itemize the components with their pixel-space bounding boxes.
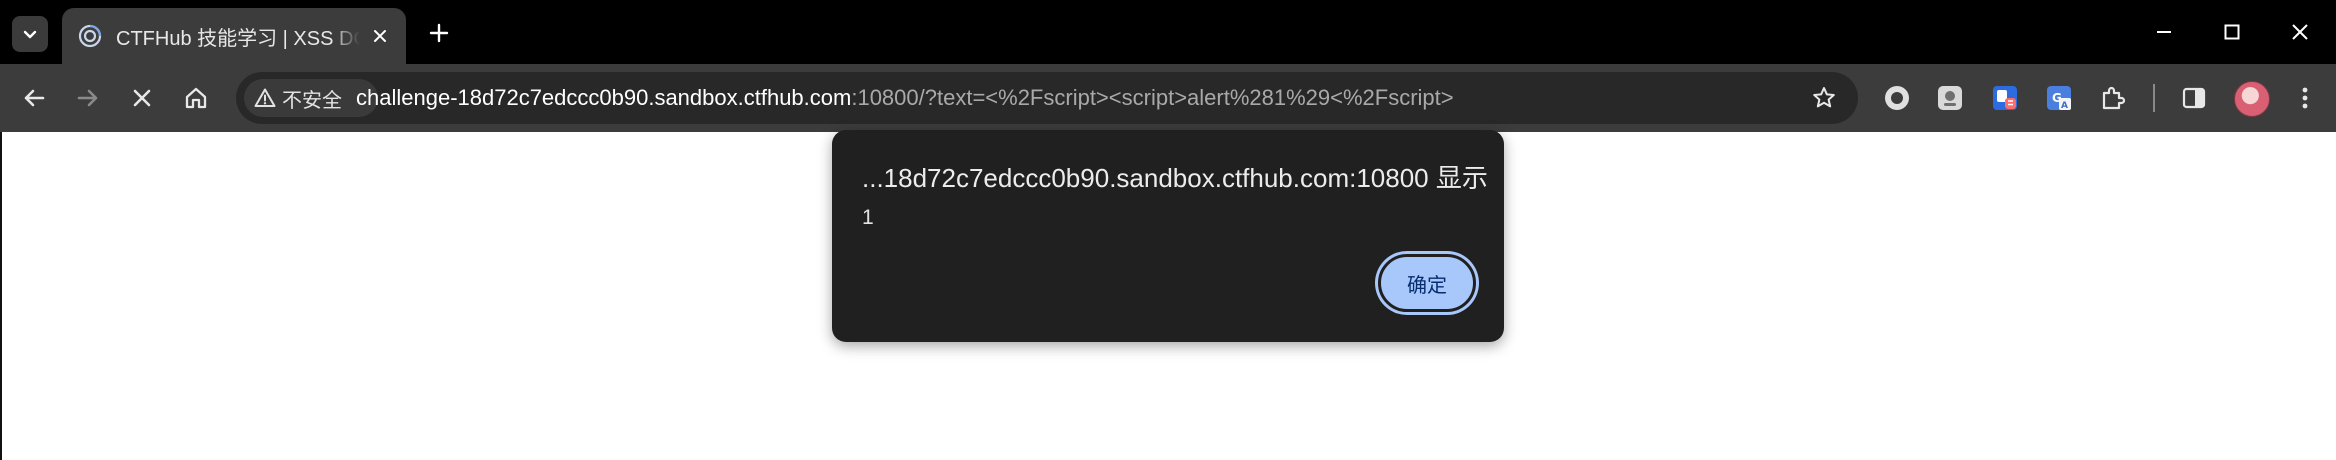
ctfhub-icon — [78, 24, 102, 48]
record-extension-icon[interactable] — [1879, 80, 1915, 116]
tab-close-icon[interactable] — [368, 24, 392, 48]
url-text[interactable]: challenge-18d72c7edccc0b90.sandbox.ctfhu… — [356, 85, 1454, 111]
menu-more-icon[interactable] — [2287, 80, 2323, 116]
alert-dialog: ...18d72c7edccc0b90.sandbox.ctfhub.com:1… — [832, 130, 1504, 342]
address-bar[interactable]: 不安全 challenge-18d72c7edccc0b90.sandbox.c… — [236, 72, 1858, 124]
security-extension-icon[interactable] — [1987, 80, 2023, 116]
extensions-puzzle-icon[interactable] — [2095, 80, 2131, 116]
new-tab-plus-icon[interactable] — [424, 18, 454, 48]
url-host: challenge-18d72c7edccc0b90.sandbox.ctfhu… — [356, 85, 852, 110]
security-label: 不安全 — [282, 89, 342, 112]
chevron-down-icon — [23, 30, 37, 39]
svg-text:A: A — [2061, 101, 2068, 111]
url-path: :10800/?text=<%2Fscript><script>alert%28… — [851, 85, 1454, 110]
home-icon[interactable] — [176, 78, 216, 118]
toolbar-separator — [2153, 84, 2155, 112]
warning-triangle-icon — [254, 88, 276, 107]
dialog-message: 1 — [862, 206, 874, 229]
tab-strip: CTFHub 技能学习 | XSS DOM — [0, 0, 2336, 64]
tab-title: CTFHub 技能学习 | XSS DOM — [116, 27, 360, 50]
bookmark-star-icon[interactable] — [1810, 84, 1838, 112]
tab-search-button[interactable] — [12, 16, 48, 52]
minimize-icon[interactable] — [2144, 12, 2184, 52]
profile-avatar[interactable] — [2234, 81, 2270, 117]
forward-arrow-icon[interactable] — [68, 78, 108, 118]
active-tab[interactable]: CTFHub 技能学习 | XSS DOM — [62, 8, 406, 64]
cookie-extension-icon[interactable] — [1932, 80, 1968, 116]
browser-toolbar: 不安全 challenge-18d72c7edccc0b90.sandbox.c… — [0, 64, 2336, 132]
translate-extension-icon[interactable]: G A — [2041, 80, 2077, 116]
side-panel-icon[interactable] — [2176, 80, 2212, 116]
dialog-title: ...18d72c7edccc0b90.sandbox.ctfhub.com:1… — [862, 163, 1488, 193]
stop-loading-icon[interactable] — [122, 78, 162, 118]
maximize-icon[interactable] — [2212, 12, 2252, 52]
window-close-icon[interactable] — [2280, 12, 2320, 52]
ok-button[interactable]: 确定 — [1378, 254, 1476, 312]
back-arrow-icon[interactable] — [14, 78, 54, 118]
